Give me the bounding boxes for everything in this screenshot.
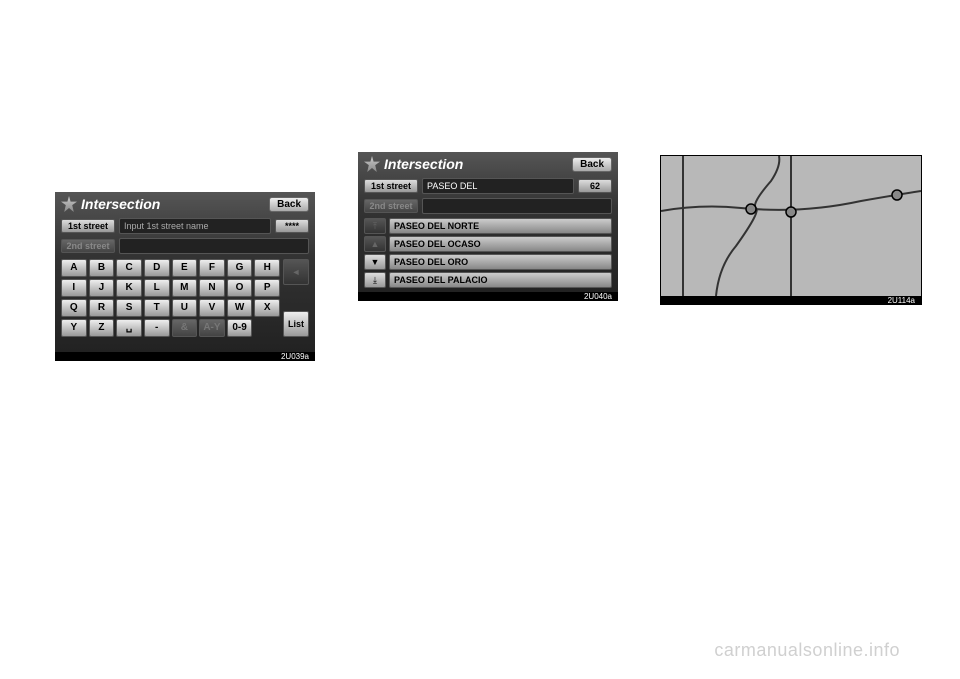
intersection-point <box>786 207 796 217</box>
key-d[interactable]: D <box>144 259 170 277</box>
key-k[interactable]: K <box>116 279 142 297</box>
image-ref-label: 2U114a <box>661 296 921 305</box>
nav-button[interactable]: ⤓ <box>364 272 386 288</box>
key-q[interactable]: Q <box>61 299 87 317</box>
nav-button[interactable]: ▲ <box>364 236 386 252</box>
list-item[interactable]: PASEO DEL NORTE <box>389 218 612 234</box>
list-area: ⤒▲▼⤓ PASEO DEL NORTEPASEO DEL OCASOPASEO… <box>358 216 618 290</box>
second-street-input <box>422 198 612 214</box>
field-row-1: 1st street Input 1st street name **** <box>55 216 315 236</box>
key-z[interactable]: Z <box>89 319 115 337</box>
compass-icon <box>61 196 77 212</box>
list-nav-col: ⤒ ▲ ▼ ⤓ <box>364 218 386 288</box>
nav-button[interactable]: ⤒ <box>364 218 386 234</box>
key-u[interactable]: U <box>172 299 198 317</box>
header-title-group: Intersection <box>61 196 160 212</box>
key-l[interactable]: L <box>144 279 170 297</box>
results-list: PASEO DEL NORTE PASEO DEL OCASO PASEO DEL … <box>389 218 612 288</box>
list-item[interactable]: PASEO DEL ORO <box>389 254 612 270</box>
header-title-group: Intersection <box>364 156 463 172</box>
key-h[interactable]: H <box>254 259 280 277</box>
key-f[interactable]: F <box>199 259 225 277</box>
key--[interactable]: - <box>144 319 170 337</box>
key-&[interactable]: & <box>172 319 198 337</box>
key-e[interactable]: E <box>172 259 198 277</box>
key-m[interactable]: M <box>172 279 198 297</box>
image-ref-label: 2U040a <box>358 292 618 301</box>
key-t[interactable]: T <box>144 299 170 317</box>
key-p[interactable]: P <box>254 279 280 297</box>
watermark: carmanualsonline.info <box>714 640 900 661</box>
keyboard-side-col: ◄ List <box>283 259 309 337</box>
field-row-1: 1st street PASEO DEL 62 <box>358 176 618 196</box>
key-v[interactable]: V <box>199 299 225 317</box>
map-diagram: 2U114a <box>660 155 922 305</box>
back-button[interactable]: Back <box>269 197 309 212</box>
key-0-9[interactable]: 0-9 <box>227 319 253 337</box>
second-street-label: 2nd street <box>364 199 418 213</box>
keyboard-area: ABCDEFGH IJKLMNOP QRSTUVWX YZ␣-&A-Y0-9 ◄ Li… <box>55 256 315 340</box>
second-street-label: 2nd street <box>61 239 115 253</box>
key-a-y[interactable]: A-Y <box>199 319 225 337</box>
first-street-label[interactable]: 1st street <box>364 179 418 193</box>
match-count: **** <box>275 219 309 233</box>
first-street-value[interactable]: PASEO DEL <box>422 178 574 194</box>
key-␣[interactable]: ␣ <box>116 319 142 337</box>
key-i[interactable]: I <box>61 279 87 297</box>
intersection-list-screen: Intersection Back 1st street PASEO DEL 6… <box>358 152 618 300</box>
key-b[interactable]: B <box>89 259 115 277</box>
intersection-point <box>892 190 902 200</box>
second-street-input <box>119 238 309 254</box>
key-y[interactable]: Y <box>61 319 87 337</box>
key-g[interactable]: G <box>227 259 253 277</box>
key-n[interactable]: N <box>199 279 225 297</box>
key-s[interactable]: S <box>116 299 142 317</box>
nav-button[interactable]: ▼ <box>364 254 386 270</box>
compass-icon <box>364 156 380 172</box>
match-count: 62 <box>578 179 612 193</box>
key-o[interactable]: O <box>227 279 253 297</box>
intersection-map-svg <box>661 156 921 296</box>
key-w[interactable]: W <box>227 299 253 317</box>
screen1-header: Intersection Back <box>55 192 315 216</box>
back-button[interactable]: Back <box>572 157 612 172</box>
list-item[interactable]: PASEO DEL OCASO <box>389 236 612 252</box>
image-ref-label: 2U039a <box>55 352 315 361</box>
first-street-label[interactable]: 1st street <box>61 219 115 233</box>
keyboard-grid: ABCDEFGH IJKLMNOP QRSTUVWX YZ␣-&A-Y0-9 <box>61 259 280 337</box>
list-item[interactable]: PASEO DEL PALACIO <box>389 272 612 288</box>
delete-button[interactable]: ◄ <box>283 259 309 285</box>
first-street-input[interactable]: Input 1st street name <box>119 218 271 234</box>
intersection-keyboard-screen: Intersection Back 1st street Input 1st s… <box>55 192 315 360</box>
screen1-title: Intersection <box>81 196 160 212</box>
list-button[interactable]: List <box>283 311 309 337</box>
screen2-header: Intersection Back <box>358 152 618 176</box>
intersection-point <box>746 204 756 214</box>
field-row-2: 2nd street <box>358 196 618 216</box>
field-row-2: 2nd street <box>55 236 315 256</box>
key-j[interactable]: J <box>89 279 115 297</box>
screen2-title: Intersection <box>384 156 463 172</box>
key-a[interactable]: A <box>61 259 87 277</box>
key-r[interactable]: R <box>89 299 115 317</box>
screen1-body: Intersection Back 1st street Input 1st s… <box>55 192 315 352</box>
key-c[interactable]: C <box>116 259 142 277</box>
key-x[interactable]: X <box>254 299 280 317</box>
screen2-body: Intersection Back 1st street PASEO DEL 6… <box>358 152 618 292</box>
